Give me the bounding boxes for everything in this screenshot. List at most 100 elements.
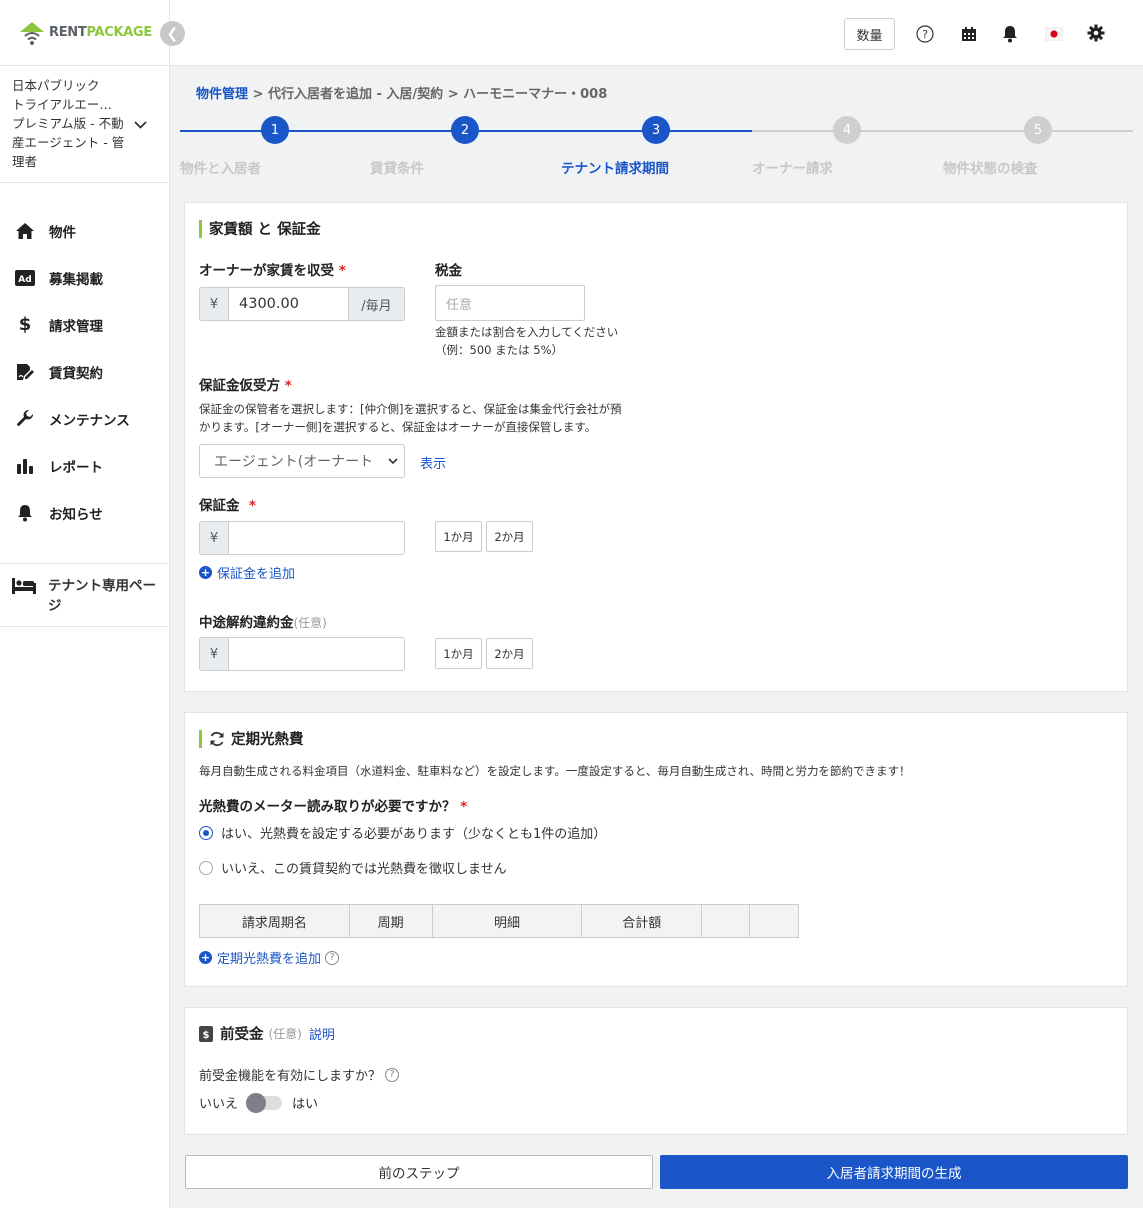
yen-addon: ¥ (200, 522, 229, 554)
svg-text:Ad: Ad (18, 275, 31, 285)
breadcrumb: 物件管理 > 代行入居者を追加 - 入居/契約 > ハーモニーマナー・008 (196, 87, 608, 102)
sidebar-item-label: テナント専用ページ (48, 578, 156, 614)
sidebar-item-tenant-page[interactable]: テナント専用ページ (0, 564, 169, 627)
utilities-table: 請求周期名 周期 明細 合計額 (199, 904, 799, 938)
table-header-row: 請求周期名 周期 明細 合計額 (199, 904, 799, 938)
refresh-icon (209, 731, 225, 747)
tax-hint: 金額または割合を入力してください （例：500 または 5%） (435, 325, 619, 357)
deposit-holder-select[interactable]: エージェント(オーナート (199, 444, 405, 478)
sidebar-item-notice[interactable]: お知らせ (0, 489, 169, 536)
yen-addon: ¥ (200, 288, 229, 320)
breadcrumb-root[interactable]: 物件管理 (196, 87, 248, 102)
step-4[interactable]: 4 オーナー請求 (752, 115, 942, 177)
plus-circle-icon: + (199, 951, 212, 964)
sidebar-item-billing[interactable]: $ 請求管理 (0, 301, 169, 348)
sidebar-nav: 物件 Ad 募集掲載 $ 請求管理 賃貸契約 メンテナンス レポート お知らせ (0, 183, 169, 536)
step-2[interactable]: 2 賃貸条件 (370, 115, 560, 177)
sidebar-item-property[interactable]: 物件 (0, 207, 169, 254)
help-icon[interactable]: ? (385, 1067, 400, 1082)
chevron-left-icon: ❮ (166, 25, 179, 42)
column-header (749, 904, 799, 938)
column-header: 周期 (348, 904, 433, 938)
wallet-icon: $ (199, 1025, 213, 1042)
penalty-input[interactable] (229, 638, 404, 670)
add-utility-link[interactable]: + 定期光熱費を追加 ? (199, 948, 340, 967)
previous-step-button[interactable]: 前のステップ (185, 1155, 653, 1189)
progress-stepper: 1 物件と入居者 2 賃貸条件 3 テナント請求期間 4 オーナー請求 5 物件… (180, 115, 1133, 185)
deposit-2-month-button[interactable]: 2か月 (486, 521, 533, 552)
brand-logo[interactable]: RENTPACKAGE (0, 0, 169, 66)
account-company: 日本パブリック (12, 78, 100, 93)
contract-icon (14, 362, 36, 382)
penalty-2-month-button[interactable]: 2か月 (486, 638, 533, 669)
deposit-1-month-button[interactable]: 1か月 (435, 521, 482, 552)
bed-icon (12, 576, 36, 616)
sidebar-item-label: レポート (49, 459, 103, 476)
show-link[interactable]: 表示 (420, 453, 446, 472)
section-title: 定期光熱費 (199, 728, 304, 749)
step-1[interactable]: 1 物件と入居者 (180, 115, 370, 177)
yen-addon: ¥ (200, 638, 229, 670)
penalty-input-group: ¥ (199, 637, 405, 671)
sidebar-item-maintenance[interactable]: メンテナンス (0, 395, 169, 442)
owner-rent-input[interactable]: 4300.00 (229, 288, 348, 320)
account-plan-3: 理者 (12, 154, 38, 169)
account-switcher[interactable]: 日本パブリック トライアルエー… プレミアム版 - 不動 産エージェント - 管… (0, 66, 169, 183)
radio-utilities-no[interactable]: いいえ、この賃貸契約では光熱費を徴収しません (199, 858, 507, 877)
chevron-down-icon (388, 455, 398, 468)
add-deposit-link[interactable]: + 保証金を追加 (199, 563, 295, 582)
generate-billing-period-button[interactable]: 入居者請求期間の生成 (660, 1155, 1128, 1189)
prepay-toggle[interactable] (246, 1092, 283, 1113)
column-header: 明細 (431, 904, 583, 938)
sidebar-item-listing[interactable]: Ad 募集掲載 (0, 254, 169, 301)
calendar-icon[interactable] (959, 24, 979, 44)
radio-button[interactable] (199, 825, 213, 840)
column-header (701, 904, 751, 938)
per-month-addon: /毎月 (348, 288, 404, 320)
column-header: 請求周期名 (199, 904, 350, 938)
deposit-holder-hint: 保証金の保管者を選択します：[仲介側]を選択すると、保証金は集金代行会社が預 かり… (199, 402, 622, 434)
wrench-icon (14, 409, 36, 429)
sidebar-item-report[interactable]: レポート (0, 442, 169, 489)
japan-flag-icon[interactable] (1044, 24, 1064, 44)
deposit-input[interactable] (229, 522, 404, 554)
dollar-icon: $ (18, 314, 32, 335)
chevron-down-icon (134, 116, 147, 135)
bell-icon[interactable] (1000, 24, 1020, 44)
help-icon[interactable]: ? (915, 24, 935, 44)
utilities-card: 定期光熱費 毎月自動生成される料金項目（水道料金、駐車料など）を設定します。一度… (184, 712, 1128, 987)
rent-deposit-card: 家賃額 と 保証金 オーナーが家賃を収受 * ¥ 4300.00 /毎月 税金 … (184, 202, 1128, 692)
utilities-question: 光熱費のメーター読み取りが必要ですか？ * (199, 799, 468, 815)
quantity-button[interactable]: 数量 (844, 18, 895, 50)
toggle-off-label: いいえ (199, 1097, 239, 1112)
deposit-input-group: ¥ (199, 521, 405, 555)
logo-icon (18, 20, 46, 46)
step-3[interactable]: 3 テナント請求期間 (561, 115, 751, 177)
sidebar-item-lease[interactable]: 賃貸契約 (0, 348, 169, 395)
step-5[interactable]: 5 物件状態の検査 (943, 115, 1133, 177)
owner-rent-label: オーナーが家賃を収受 * (199, 263, 346, 279)
prepayment-card: $ 前受金 (任意) 説明 前受金機能を有効にしますか？? いいえ はい (184, 1007, 1128, 1135)
sidebar: RENTPACKAGE ❮ 日本パブリック トライアルエー… プレミアム版 - … (0, 0, 185, 1208)
account-name: トライアルエー… (12, 97, 112, 112)
home-icon (14, 221, 36, 241)
sidebar-item-label: お知らせ (49, 506, 103, 523)
bell-icon (14, 503, 36, 523)
penalty-label: 中途解約違約金(任意) (199, 615, 327, 631)
svg-text:?: ? (922, 28, 928, 41)
help-icon[interactable]: ? (325, 950, 340, 965)
tax-label: 税金 (435, 263, 462, 279)
radio-utilities-yes[interactable]: はい、光熱費を設定する必要があります（少なくとも1件の追加） (199, 823, 606, 842)
tax-input[interactable]: 任意 (435, 285, 585, 321)
deposit-label: 保証金 * (199, 498, 256, 514)
penalty-1-month-button[interactable]: 1か月 (435, 638, 482, 669)
radio-button[interactable] (199, 860, 213, 875)
collapse-sidebar-button[interactable]: ❮ (160, 21, 185, 46)
deposit-holder-label: 保証金仮受方 * (199, 378, 292, 394)
explain-link[interactable]: 説明 (309, 1024, 335, 1043)
gear-icon[interactable] (1086, 23, 1106, 43)
prepay-toggle-row: いいえ はい (199, 1092, 318, 1113)
utilities-description: 毎月自動生成される料金項目（水道料金、駐車料など）を設定します。一度設定すると、… (199, 764, 911, 778)
sidebar-item-label: メンテナンス (49, 412, 130, 429)
account-plan-2: 産エージェント - 管 (12, 135, 125, 150)
